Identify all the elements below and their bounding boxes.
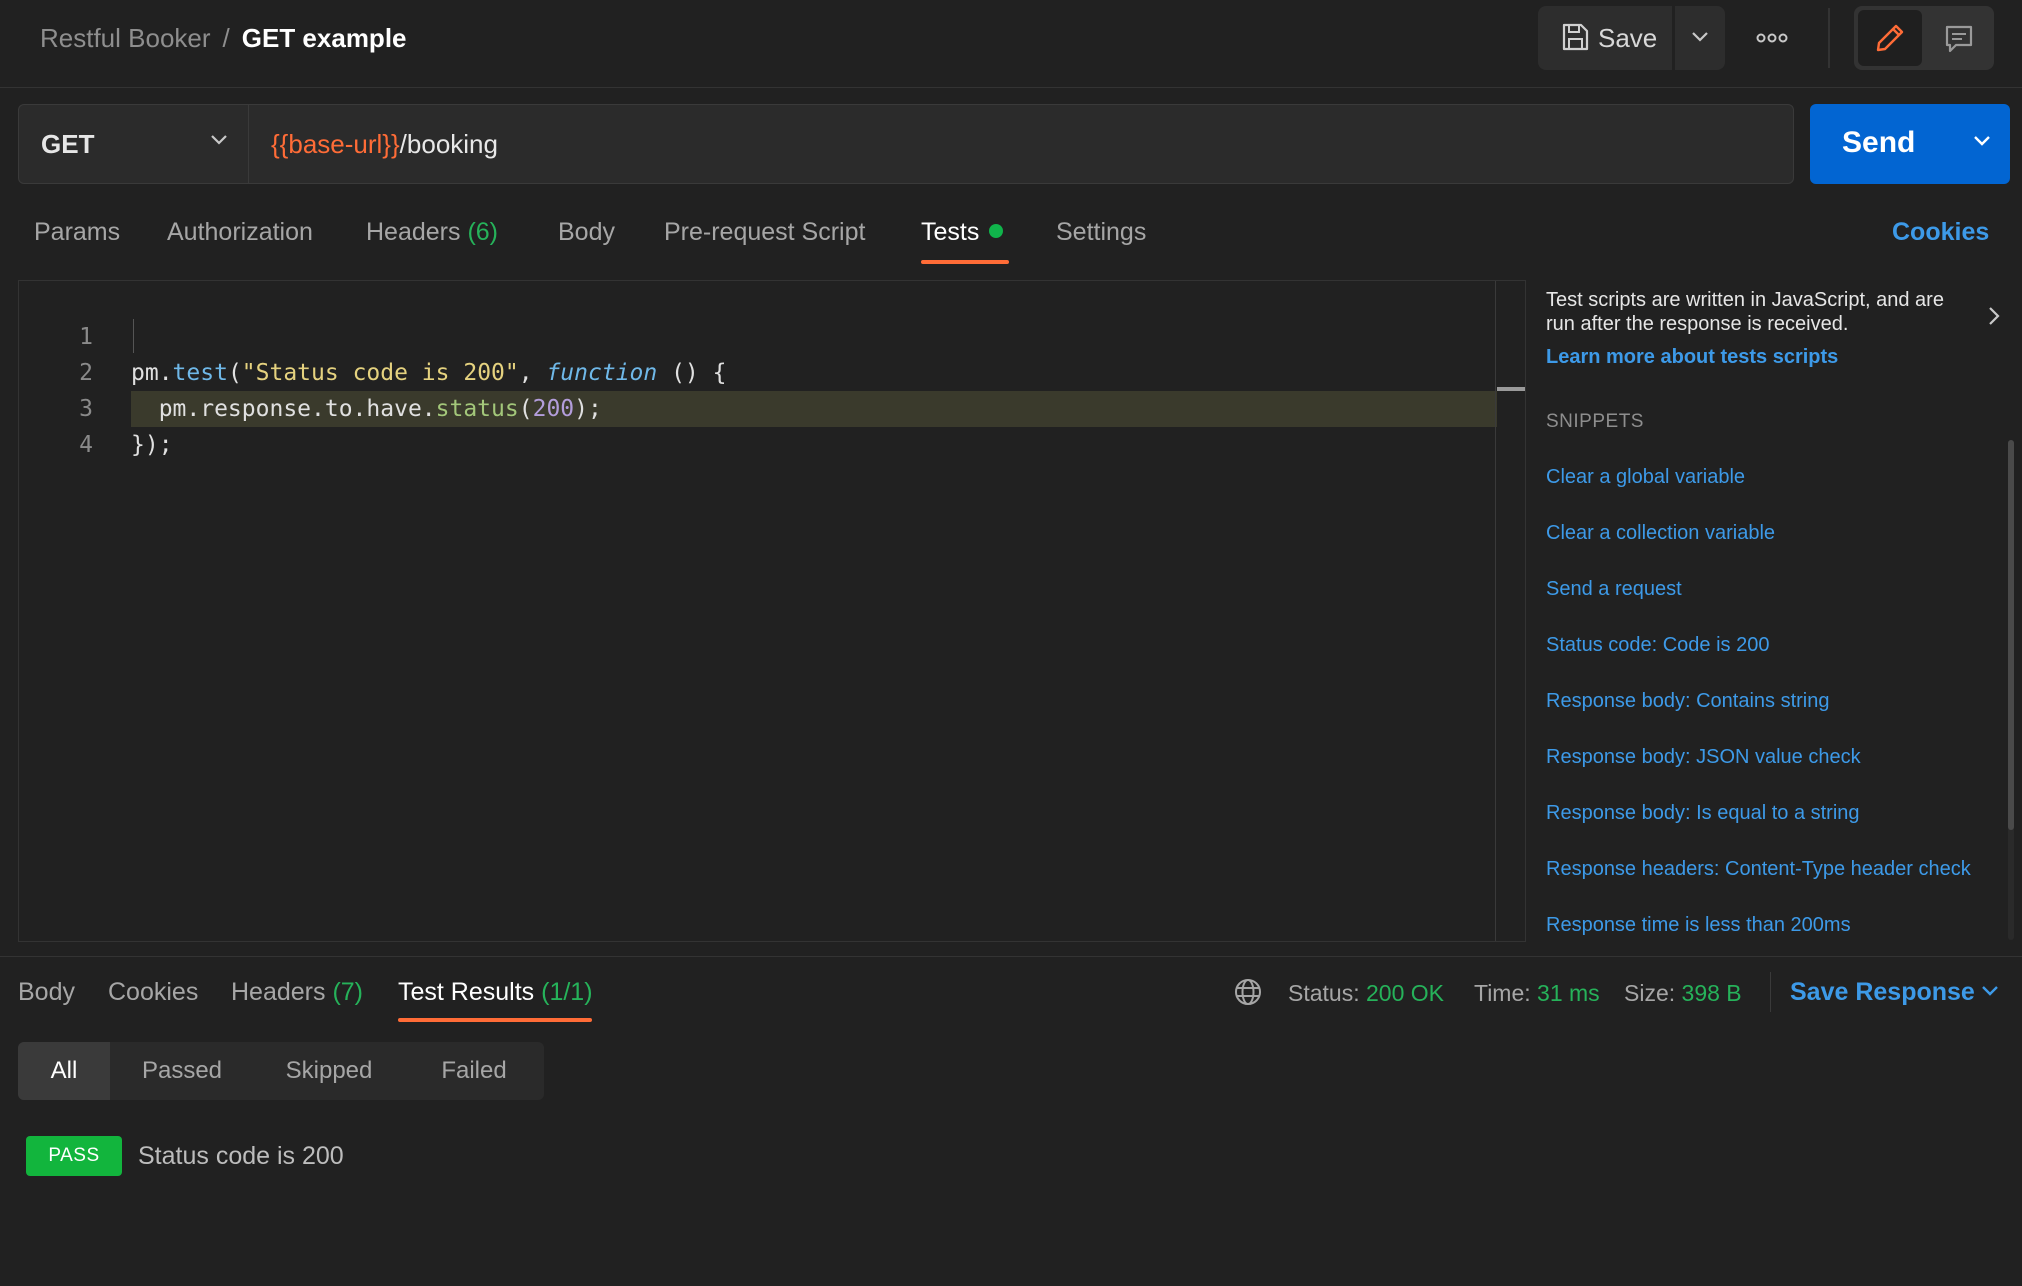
snippets-heading: SNIPPETS [1546, 411, 1644, 432]
response-tab-test-results-label: Test Results [398, 978, 535, 1006]
tab-settings[interactable]: Settings [1056, 216, 1146, 248]
active-tab-indicator [921, 260, 1009, 264]
method-select[interactable]: GET [19, 105, 249, 183]
header-divider [1828, 8, 1830, 68]
response-tab-cookies[interactable]: Cookies [108, 976, 198, 1008]
response-tab-headers-label: Headers [231, 978, 326, 1006]
filter-failed[interactable]: Failed [404, 1042, 544, 1100]
time-value: 31 ms [1537, 980, 1600, 1006]
code-line: 1 pm.test("Status code is 200", function… [19, 283, 1497, 386]
globe-icon[interactable] [1232, 976, 1264, 1008]
test-result-name: Status code is 200 [138, 1142, 344, 1170]
save-response-button[interactable]: Save Response [1790, 976, 1998, 1008]
tab-headers-count: (6) [467, 218, 499, 246]
chevron-right-icon[interactable] [1986, 304, 2002, 328]
active-response-tab-indicator [398, 1018, 592, 1022]
save-options-button[interactable] [1675, 6, 1725, 70]
status-value: 200 OK [1366, 980, 1444, 1006]
edit-mode-button[interactable] [1858, 10, 1922, 66]
response-tab-body[interactable]: Body [18, 976, 75, 1008]
tests-script-editor[interactable]: 1 pm.test("Status code is 200", function… [18, 280, 1526, 942]
editor-overview-ruler [1495, 281, 1496, 941]
method-value: GET [41, 129, 95, 159]
cookies-link[interactable]: Cookies [1892, 216, 1989, 248]
tab-prerequest-script[interactable]: Pre-request Script [664, 216, 865, 248]
postman-request-view: Restful Booker / GET example Save GET {{… [0, 0, 2022, 1286]
comments-button[interactable] [1928, 10, 1990, 66]
tab-authorization[interactable]: Authorization [167, 216, 313, 248]
request-tabs: Params Authorization Headers (6) Body Pr… [0, 210, 2022, 266]
learn-more-link[interactable]: Learn more about tests scripts [1546, 344, 1838, 370]
code-line: 4 [19, 391, 1497, 458]
save-icon [1562, 23, 1589, 51]
send-button[interactable]: Send [1810, 104, 2010, 184]
response-tab-headers[interactable]: Headers (7) [231, 976, 363, 1008]
tab-tests[interactable]: Tests [921, 216, 1004, 248]
snippet-link[interactable]: Response body: Contains string [1546, 688, 1830, 714]
more-horizontal-icon [1756, 33, 1788, 43]
snippet-link[interactable]: Clear a global variable [1546, 464, 1745, 490]
time-label: Time: [1474, 980, 1531, 1006]
chevron-down-icon [211, 135, 227, 145]
response-status[interactable]: Status: 200 OK [1288, 978, 1444, 1008]
code-line: 3 }); [19, 355, 1497, 458]
filter-all[interactable]: All [18, 1042, 110, 1100]
test-results-filter: All Passed Skipped Failed [18, 1042, 544, 1100]
tests-status-dot [989, 224, 1004, 238]
line-number: 4 [79, 432, 93, 458]
snippet-link[interactable]: Clear a collection variable [1546, 520, 1775, 546]
response-tab-test-results-count: (1/1) [541, 978, 593, 1006]
url-variable: {{base-url}} [271, 129, 400, 159]
save-label: Save [1598, 23, 1658, 53]
breadcrumb: Restful Booker / GET example [40, 22, 407, 54]
view-mode-toggle [1854, 6, 1994, 70]
breadcrumb-separator: / [222, 23, 230, 53]
code-line: 2 pm.response.to.have.status(200); [19, 319, 1497, 422]
snippet-link[interactable]: Status code: Code is 200 [1546, 632, 1769, 658]
tests-description: Test scripts are written in JavaScript, … [1546, 289, 1944, 335]
meta-divider [1770, 972, 1771, 1012]
send-label: Send [1842, 126, 1916, 159]
breadcrumb-request-name[interactable]: GET example [242, 23, 407, 53]
save-response-label: Save Response [1790, 978, 1975, 1006]
tab-headers[interactable]: Headers (6) [366, 216, 498, 248]
sidebar-scroll-thumb[interactable] [2008, 440, 2014, 830]
size-label: Size: [1624, 980, 1676, 1006]
filter-passed[interactable]: Passed [110, 1042, 254, 1100]
tab-body[interactable]: Body [558, 216, 615, 248]
editor-scroll-marker[interactable] [1497, 387, 1525, 391]
response-divider [0, 956, 2022, 957]
snippet-link[interactable]: Response body: Is equal to a string [1546, 800, 1860, 826]
snippets-sidebar: Test scripts are written in JavaScript, … [1546, 280, 2022, 942]
snippet-link[interactable]: Response body: JSON value check [1546, 744, 1861, 770]
response-time[interactable]: Time: 31 ms [1474, 978, 1600, 1008]
tab-tests-label: Tests [921, 218, 980, 246]
response-tab-test-results[interactable]: Test Results (1/1) [398, 976, 593, 1008]
size-value: 398 B [1681, 980, 1742, 1006]
snippet-link[interactable]: Response time is less than 200ms [1546, 912, 1851, 938]
snippet-link[interactable]: Send a request [1546, 576, 1682, 602]
url-input[interactable]: {{base-url}}/booking [271, 129, 498, 159]
breadcrumb-collection[interactable]: Restful Booker [40, 23, 211, 53]
more-actions-button[interactable] [1750, 14, 1794, 62]
chevron-down-icon [1982, 986, 1998, 996]
filter-skipped[interactable]: Skipped [254, 1042, 404, 1100]
url-path: /booking [399, 129, 498, 159]
pencil-icon [1876, 24, 1904, 52]
chevron-down-icon [1692, 32, 1708, 42]
response-tab-headers-count: (7) [332, 978, 364, 1006]
request-header: Restful Booker / GET example Save [0, 0, 2022, 88]
response-size[interactable]: Size: 398 B [1624, 978, 1742, 1008]
chevron-down-icon[interactable] [1972, 134, 1992, 148]
line-content: }); [131, 432, 173, 458]
sidebar-scrollbar[interactable] [2008, 440, 2014, 940]
save-button[interactable]: Save [1538, 6, 1672, 70]
comment-icon [1945, 25, 1973, 53]
status-label: Status: [1288, 980, 1360, 1006]
tab-headers-label: Headers [366, 218, 461, 246]
tab-params[interactable]: Params [34, 216, 120, 248]
pass-badge: PASS [26, 1136, 122, 1176]
snippet-link[interactable]: Response headers: Content-Type header ch… [1546, 856, 1971, 882]
request-url-bar: GET {{base-url}}/booking [18, 104, 1794, 184]
